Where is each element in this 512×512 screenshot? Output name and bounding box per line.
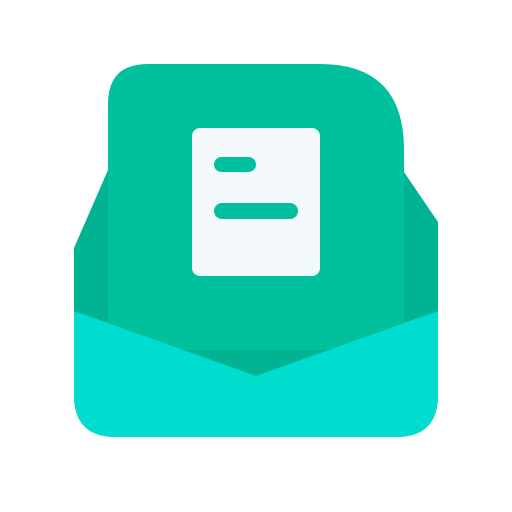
document-line-short <box>214 157 256 172</box>
app-icon-canvas <box>0 0 512 512</box>
open-envelope-with-document-icon <box>74 64 438 437</box>
document-line-long <box>214 203 298 219</box>
document-card <box>192 128 320 276</box>
